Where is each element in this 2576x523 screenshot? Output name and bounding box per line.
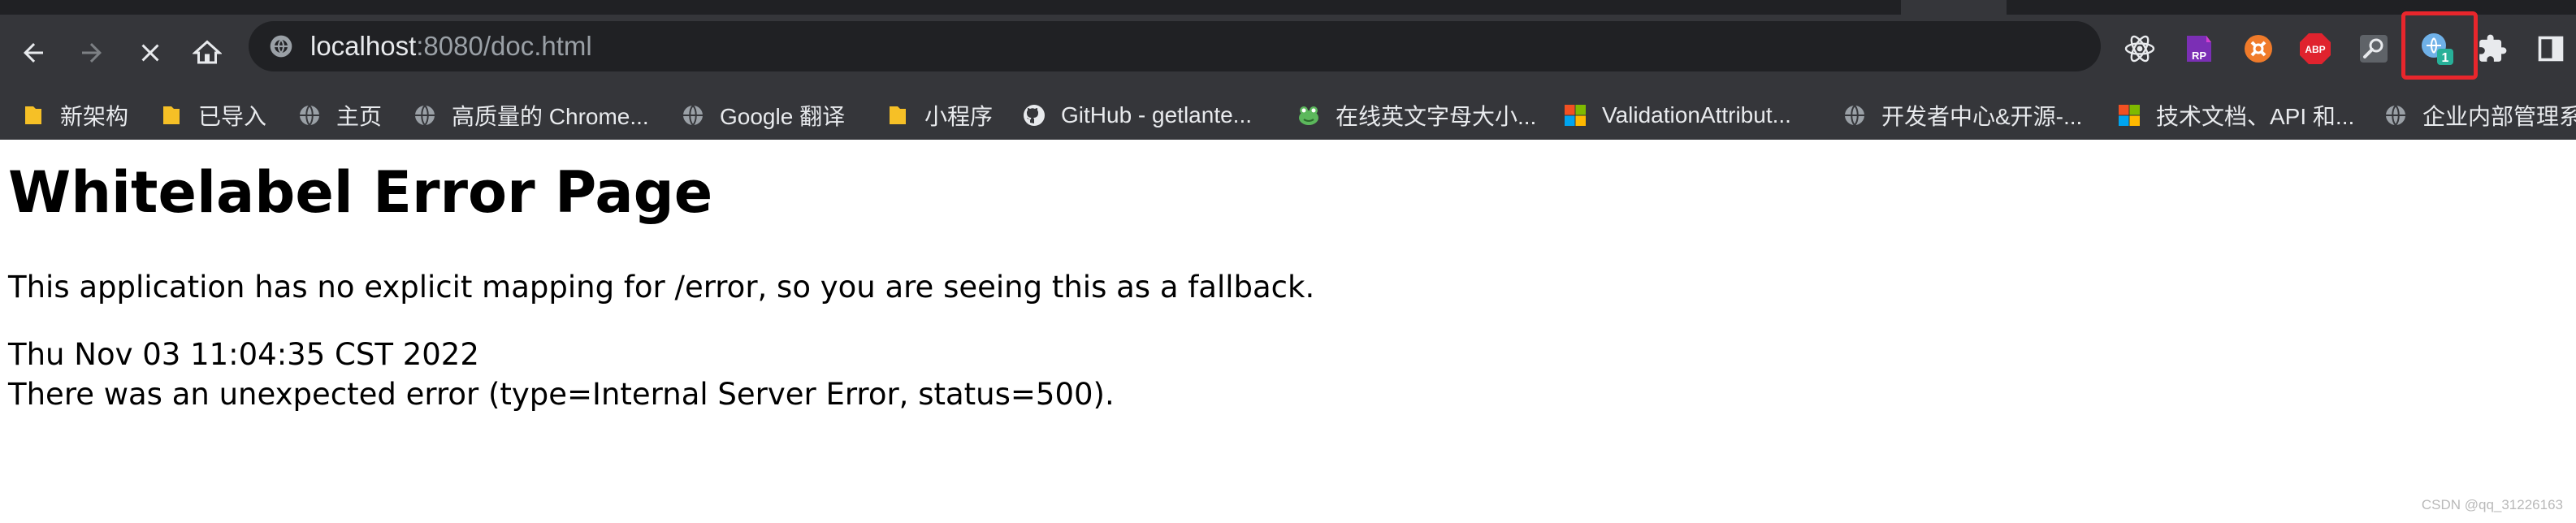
forward-button[interactable] xyxy=(70,31,114,75)
bookmark-label: 新架构 xyxy=(60,104,129,129)
folder-icon xyxy=(25,106,41,124)
react-icon xyxy=(2124,35,2155,63)
rp-extension[interactable]: RP xyxy=(2180,31,2216,67)
back-button[interactable] xyxy=(11,31,55,75)
bookmark-item[interactable]: ValidationAttribut... xyxy=(1563,91,1791,140)
bookmark-label: 企业内部管理系 xyxy=(2422,104,2576,129)
forward-arrow-icon xyxy=(82,43,102,63)
bookmark-item[interactable]: 已导入 xyxy=(159,91,266,140)
extensions-menu-button[interactable] xyxy=(2474,31,2510,67)
rp-label: RP xyxy=(2192,50,2206,62)
github-icon xyxy=(1024,105,1045,126)
bookmark-label: 技术文档、API 和... xyxy=(2156,104,2355,129)
error-timestamp: Thu Nov 03 11:04:35 CST 2022 xyxy=(8,337,479,372)
rp-icon: RP xyxy=(2187,36,2211,62)
microsoft-icon xyxy=(1565,105,1586,126)
frog-icon xyxy=(1299,106,1318,125)
magnifier-icon xyxy=(2360,35,2388,63)
globe-icon xyxy=(683,105,703,126)
highlight-box xyxy=(2401,11,2478,80)
orange-extension[interactable] xyxy=(2240,31,2276,67)
orange-circle-icon xyxy=(2245,35,2272,63)
browser-chrome: localhost:8080/doc.html RP ABP 1 新架构 已导入… xyxy=(0,0,2576,140)
bookmark-item[interactable]: 小程序 xyxy=(885,91,993,140)
bookmark-item[interactable]: GitHub - getlante... xyxy=(1022,91,1252,140)
bookmarks-bar: 新架构 已导入 主页 高质量的 Chrome... Google 翻译 小程序 … xyxy=(0,91,2576,140)
react-devtools-extension[interactable] xyxy=(2122,31,2158,67)
back-arrow-icon xyxy=(24,43,43,63)
bookmark-label: ValidationAttribut... xyxy=(1602,102,1791,128)
error-detail: There was an unexpected error (type=Inte… xyxy=(8,377,1115,412)
globe-icon xyxy=(415,105,435,126)
url-host: localhost xyxy=(310,31,417,61)
bookmark-item[interactable]: 主页 xyxy=(297,91,382,140)
bookmark-item[interactable]: 企业内部管理系 xyxy=(2383,91,2576,140)
folder-icon xyxy=(163,106,180,124)
search-extension[interactable] xyxy=(2356,31,2392,67)
tab-strip xyxy=(0,0,1901,15)
bookmark-label: GitHub - getlante... xyxy=(1061,102,1253,128)
bookmark-label: 已导入 xyxy=(198,104,267,129)
bookmark-item[interactable]: 在线英文字母大小... xyxy=(1297,91,1536,140)
globe-icon xyxy=(2386,105,2405,126)
bookmark-label: 小程序 xyxy=(924,104,994,129)
home-button[interactable] xyxy=(185,31,229,75)
url-text[interactable]: localhost:8080/doc.html xyxy=(310,21,592,71)
tab-strip-right xyxy=(2007,0,2576,15)
bookmark-item[interactable]: 新架构 xyxy=(21,91,128,140)
globe-icon xyxy=(1845,105,1864,126)
home-icon xyxy=(193,40,222,64)
stop-loading-button[interactable] xyxy=(128,31,172,75)
side-panel-icon xyxy=(2538,36,2564,62)
page-title: Whitelabel Error Page xyxy=(8,159,713,226)
adblock-plus-extension[interactable]: ABP xyxy=(2297,31,2333,67)
bookmark-label: 开发者中心&开源-... xyxy=(1881,104,2083,129)
globe-icon xyxy=(300,105,319,126)
url-path: :8080/doc.html xyxy=(416,31,592,61)
adblock-icon: ABP xyxy=(2300,33,2331,64)
browser-toolbar: localhost:8080/doc.html RP ABP 1 xyxy=(0,15,2576,91)
close-icon xyxy=(141,44,159,62)
folder-icon xyxy=(890,106,906,124)
puzzle-icon xyxy=(2479,34,2507,62)
error-message: This application has no explicit mapping… xyxy=(8,270,1315,305)
side-panel-button[interactable] xyxy=(2533,31,2569,67)
bookmark-label: Google 翻译 xyxy=(720,104,846,129)
abp-label: ABP xyxy=(2305,44,2325,55)
bookmark-item[interactable]: 高质量的 Chrome... xyxy=(413,91,649,140)
bookmark-item[interactable]: Google 翻译 xyxy=(681,91,845,140)
bookmark-label: 高质量的 Chrome... xyxy=(452,104,649,129)
watermark: CSDN @qq_31226163 xyxy=(2421,497,2563,512)
site-info-icon[interactable] xyxy=(268,33,294,59)
address-bar[interactable]: localhost:8080/doc.html xyxy=(249,21,2101,71)
bookmark-label: 主页 xyxy=(336,104,383,129)
bookmark-item[interactable]: 技术文档、API 和... xyxy=(2117,91,2354,140)
bookmark-item[interactable]: 开发者中心&开源-... xyxy=(1842,91,2082,140)
microsoft-icon xyxy=(2119,105,2140,126)
bookmark-label: 在线英文字母大小... xyxy=(1336,104,1537,129)
